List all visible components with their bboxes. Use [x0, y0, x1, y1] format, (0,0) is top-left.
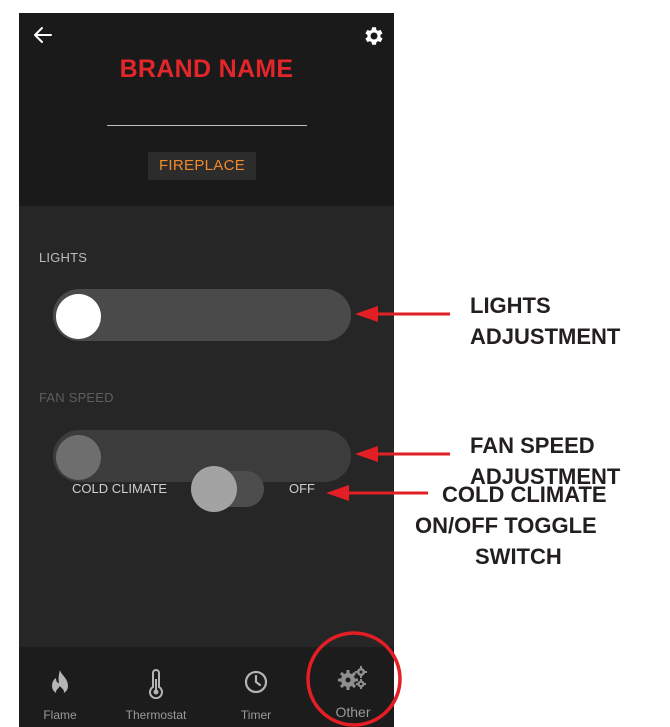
callout-line: FAN SPEED [470, 433, 595, 458]
lights-callout: LIGHTS ADJUSTMENT [470, 290, 620, 352]
fan-arrow [355, 446, 450, 462]
callout-line: COLD CLIMATE [442, 482, 607, 507]
callout-line: ON/OFF TOGGLE [415, 513, 597, 538]
highlight-circle [306, 631, 402, 727]
callout-line: SWITCH [475, 544, 562, 569]
lights-arrow [355, 306, 450, 322]
callout-line: LIGHTS [470, 293, 551, 318]
callout-line: ADJUSTMENT [470, 324, 621, 349]
callout-overlay [306, 306, 450, 727]
cold-climate-callout: COLD CLIMATE ON/OFF TOGGLE SWITCH [410, 479, 670, 572]
